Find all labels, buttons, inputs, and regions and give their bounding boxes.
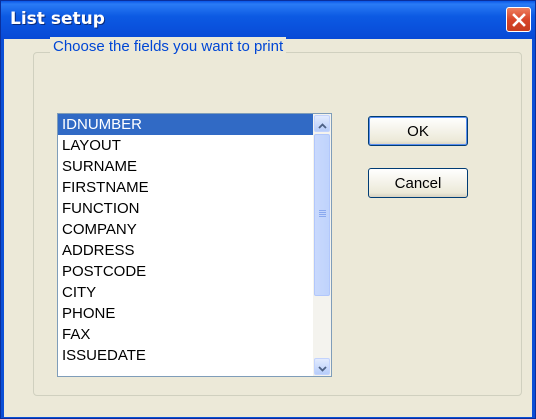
chevron-down-icon: [317, 357, 327, 376]
list-item[interactable]: FUNCTION: [58, 198, 314, 219]
title-bar[interactable]: List setup: [1, 1, 535, 39]
list-item[interactable]: PHONE: [58, 303, 314, 324]
close-icon: [511, 12, 526, 27]
list-item[interactable]: SURNAME: [58, 156, 314, 177]
scroll-thumb[interactable]: [314, 134, 330, 296]
close-button[interactable]: [506, 7, 531, 32]
list-item[interactable]: ISSUEDATE: [58, 345, 314, 366]
vertical-scrollbar[interactable]: [313, 114, 331, 376]
scroll-down-button[interactable]: [314, 358, 330, 375]
groupbox-legend: Choose the fields you want to print: [50, 37, 287, 57]
list-item[interactable]: FAX: [58, 324, 314, 345]
list-item[interactable]: POSTCODE: [58, 261, 314, 282]
scroll-up-button[interactable]: [314, 115, 330, 132]
list-item[interactable]: COMPANY: [58, 219, 314, 240]
list-item[interactable]: LAYOUT: [58, 135, 314, 156]
list-item[interactable]: IDNUMBER: [58, 114, 314, 135]
list-item[interactable]: FIRSTNAME: [58, 177, 314, 198]
fields-listbox[interactable]: IDNUMBER LAYOUT SURNAME FIRSTNAME FUNCTION CO…: [57, 113, 332, 377]
fields-list: IDNUMBER LAYOUT SURNAME FIRSTNAME FUNCTION CO…: [58, 114, 314, 366]
list-item[interactable]: ADDRESS: [58, 240, 314, 261]
list-item[interactable]: CITY: [58, 282, 314, 303]
chevron-up-icon: [317, 114, 327, 133]
window-title: List setup: [10, 9, 105, 29]
cancel-button[interactable]: Cancel: [368, 168, 468, 198]
ok-button[interactable]: OK: [368, 116, 468, 146]
